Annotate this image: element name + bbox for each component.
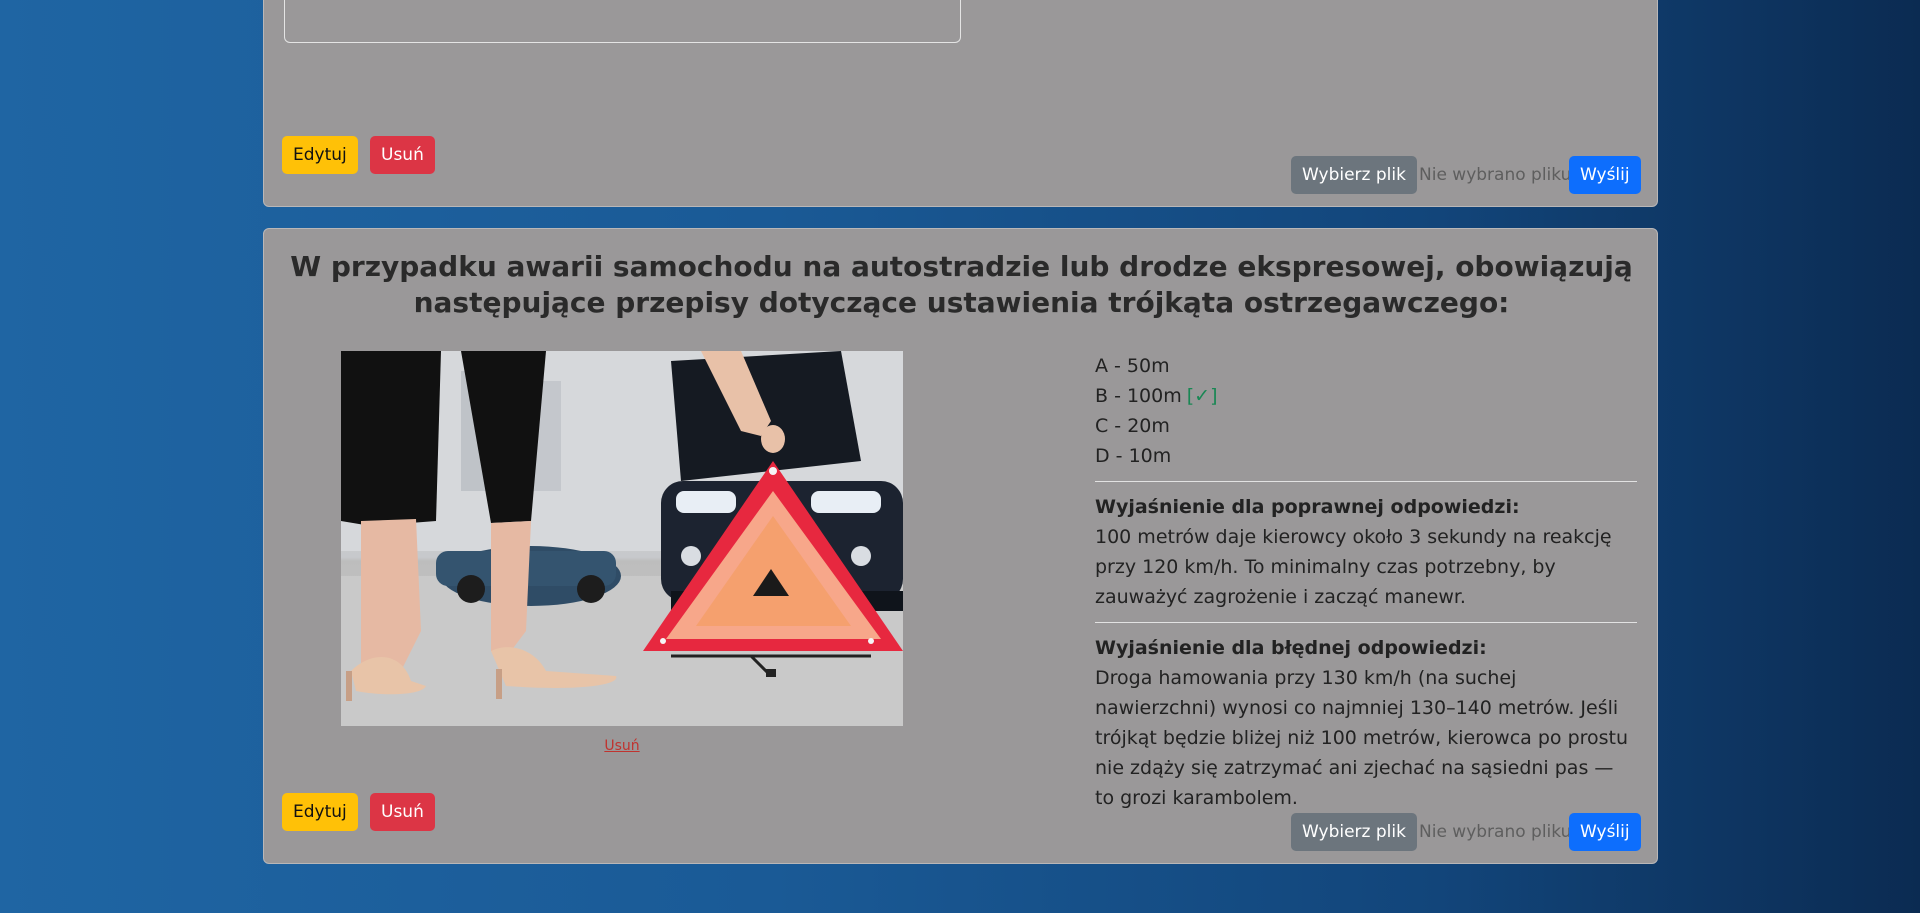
send-button[interactable]: Wyślij (1569, 813, 1641, 851)
warning-triangle-photo-icon (341, 351, 903, 726)
divider (1095, 481, 1637, 482)
answer-option-a: A - 50m (1095, 355, 1170, 377)
choose-file-button[interactable]: Wybierz plik (1291, 813, 1417, 851)
correct-explanation-title: Wyjaśnienie dla poprawnej odpowiedzi: (1095, 496, 1520, 518)
answer-textarea[interactable] (284, 0, 961, 43)
divider (1095, 622, 1637, 623)
no-file-label: Nie wybrano pliku (1419, 165, 1572, 185)
edit-button[interactable]: Edytuj (282, 136, 358, 174)
answers-panel: A - 50m B - 100m [✓] C - 20m D - 10m Wyja… (1095, 351, 1637, 813)
send-button[interactable]: Wyślij (1569, 156, 1641, 194)
answer-option-d: D - 10m (1095, 445, 1172, 467)
no-file-label: Nie wybrano pliku (1419, 822, 1572, 842)
edit-button[interactable]: Edytuj (282, 793, 358, 831)
correct-explanation-text: 100 metrów daje kierowcy około 3 sekundy… (1095, 526, 1612, 608)
answer-option-b: B - 100m [✓] (1095, 385, 1218, 407)
question-card: W przypadku awarii samochodu na autostra… (263, 228, 1658, 864)
delete-button[interactable]: Usuń (370, 793, 435, 831)
question-card-previous: Edytuj Usuń Wybierz plik Nie wybrano pli… (263, 0, 1658, 207)
question-title: W przypadku awarii samochodu na autostra… (290, 250, 1633, 319)
choose-file-button[interactable]: Wybierz plik (1291, 156, 1417, 194)
answer-option-c: C - 20m (1095, 415, 1170, 437)
wrong-explanation-text: Droga hamowania przy 130 km/h (na suchej… (1095, 667, 1629, 809)
correct-mark: [✓] (1186, 385, 1218, 407)
question-image (341, 351, 903, 726)
delete-button[interactable]: Usuń (370, 136, 435, 174)
image-remove-link[interactable]: Usuń (341, 738, 903, 754)
wrong-explanation-title: Wyjaśnienie dla błędnej odpowiedzi: (1095, 637, 1487, 659)
